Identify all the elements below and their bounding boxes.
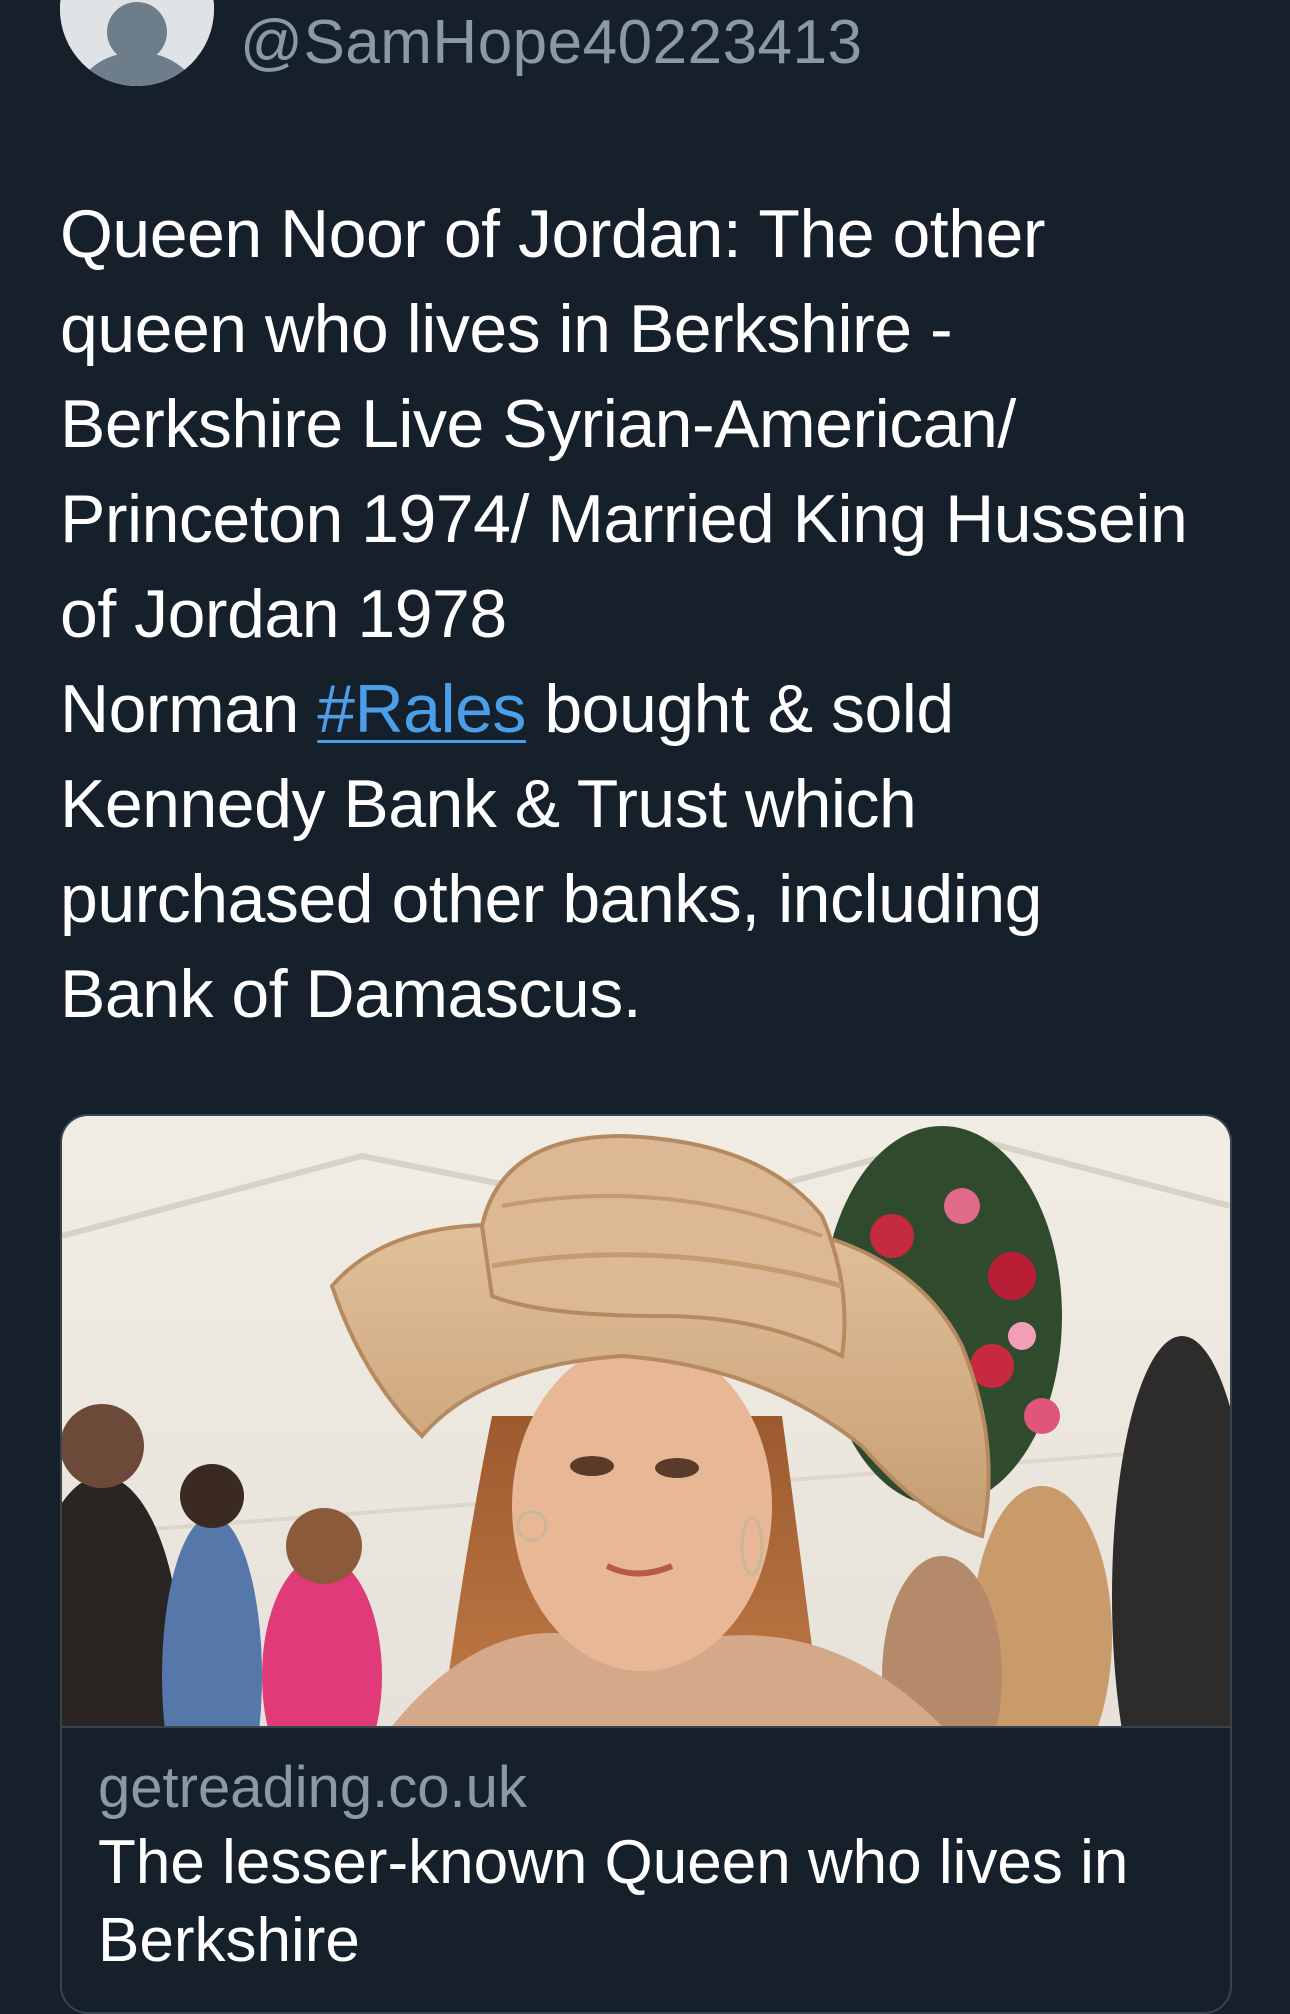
card-meta[interactable]: getreading.co.uk The lesser-known Queen … [98,1752,1208,1980]
photo-woman-in-hat-icon [62,1116,1230,1726]
tweet-text-line: Bank of Damascus. [60,956,642,1032]
tweet-text-line: Queen Noor of Jordan: The other [60,196,1045,272]
card-domain: getreading.co.uk [98,1755,527,1820]
hashtag-link[interactable]: #Rales [317,671,526,747]
avatar[interactable] [60,0,214,86]
text-segment: bought & sold [525,671,954,747]
card-title-line: The lesser-known Queen who lives in [98,1828,1129,1897]
text-segment: Norman [60,671,318,747]
tweet-text: Queen Noor of Jordan: The other queen wh… [60,187,1250,1042]
card-image[interactable] [62,1116,1230,1728]
tweet-text-line: Princeton 1974/ Married King Hussein [60,481,1188,557]
user-handle[interactable]: @SamHope40223413 [240,0,863,86]
tweet-text-line: queen who lives in Berkshire - [60,291,953,367]
tweet-text-line-hashtag: Norman #Rales bought & sold [60,662,1250,757]
link-preview-card[interactable]: getreading.co.uk The lesser-known Queen … [60,1114,1232,2014]
tweet-text-line: of Jordan 1978 [60,576,507,652]
card-title: The lesser-known Queen who lives in Berk… [98,1824,1208,1980]
tweet-text-line: Berkshire Live Syrian-American/ [60,386,1016,462]
card-title-line: Berkshire [98,1906,360,1975]
tweet-text-line: purchased other banks, including [60,861,1043,937]
tweet-text-line: Kennedy Bank & Trust which [60,766,917,842]
default-avatar-icon [60,0,214,86]
